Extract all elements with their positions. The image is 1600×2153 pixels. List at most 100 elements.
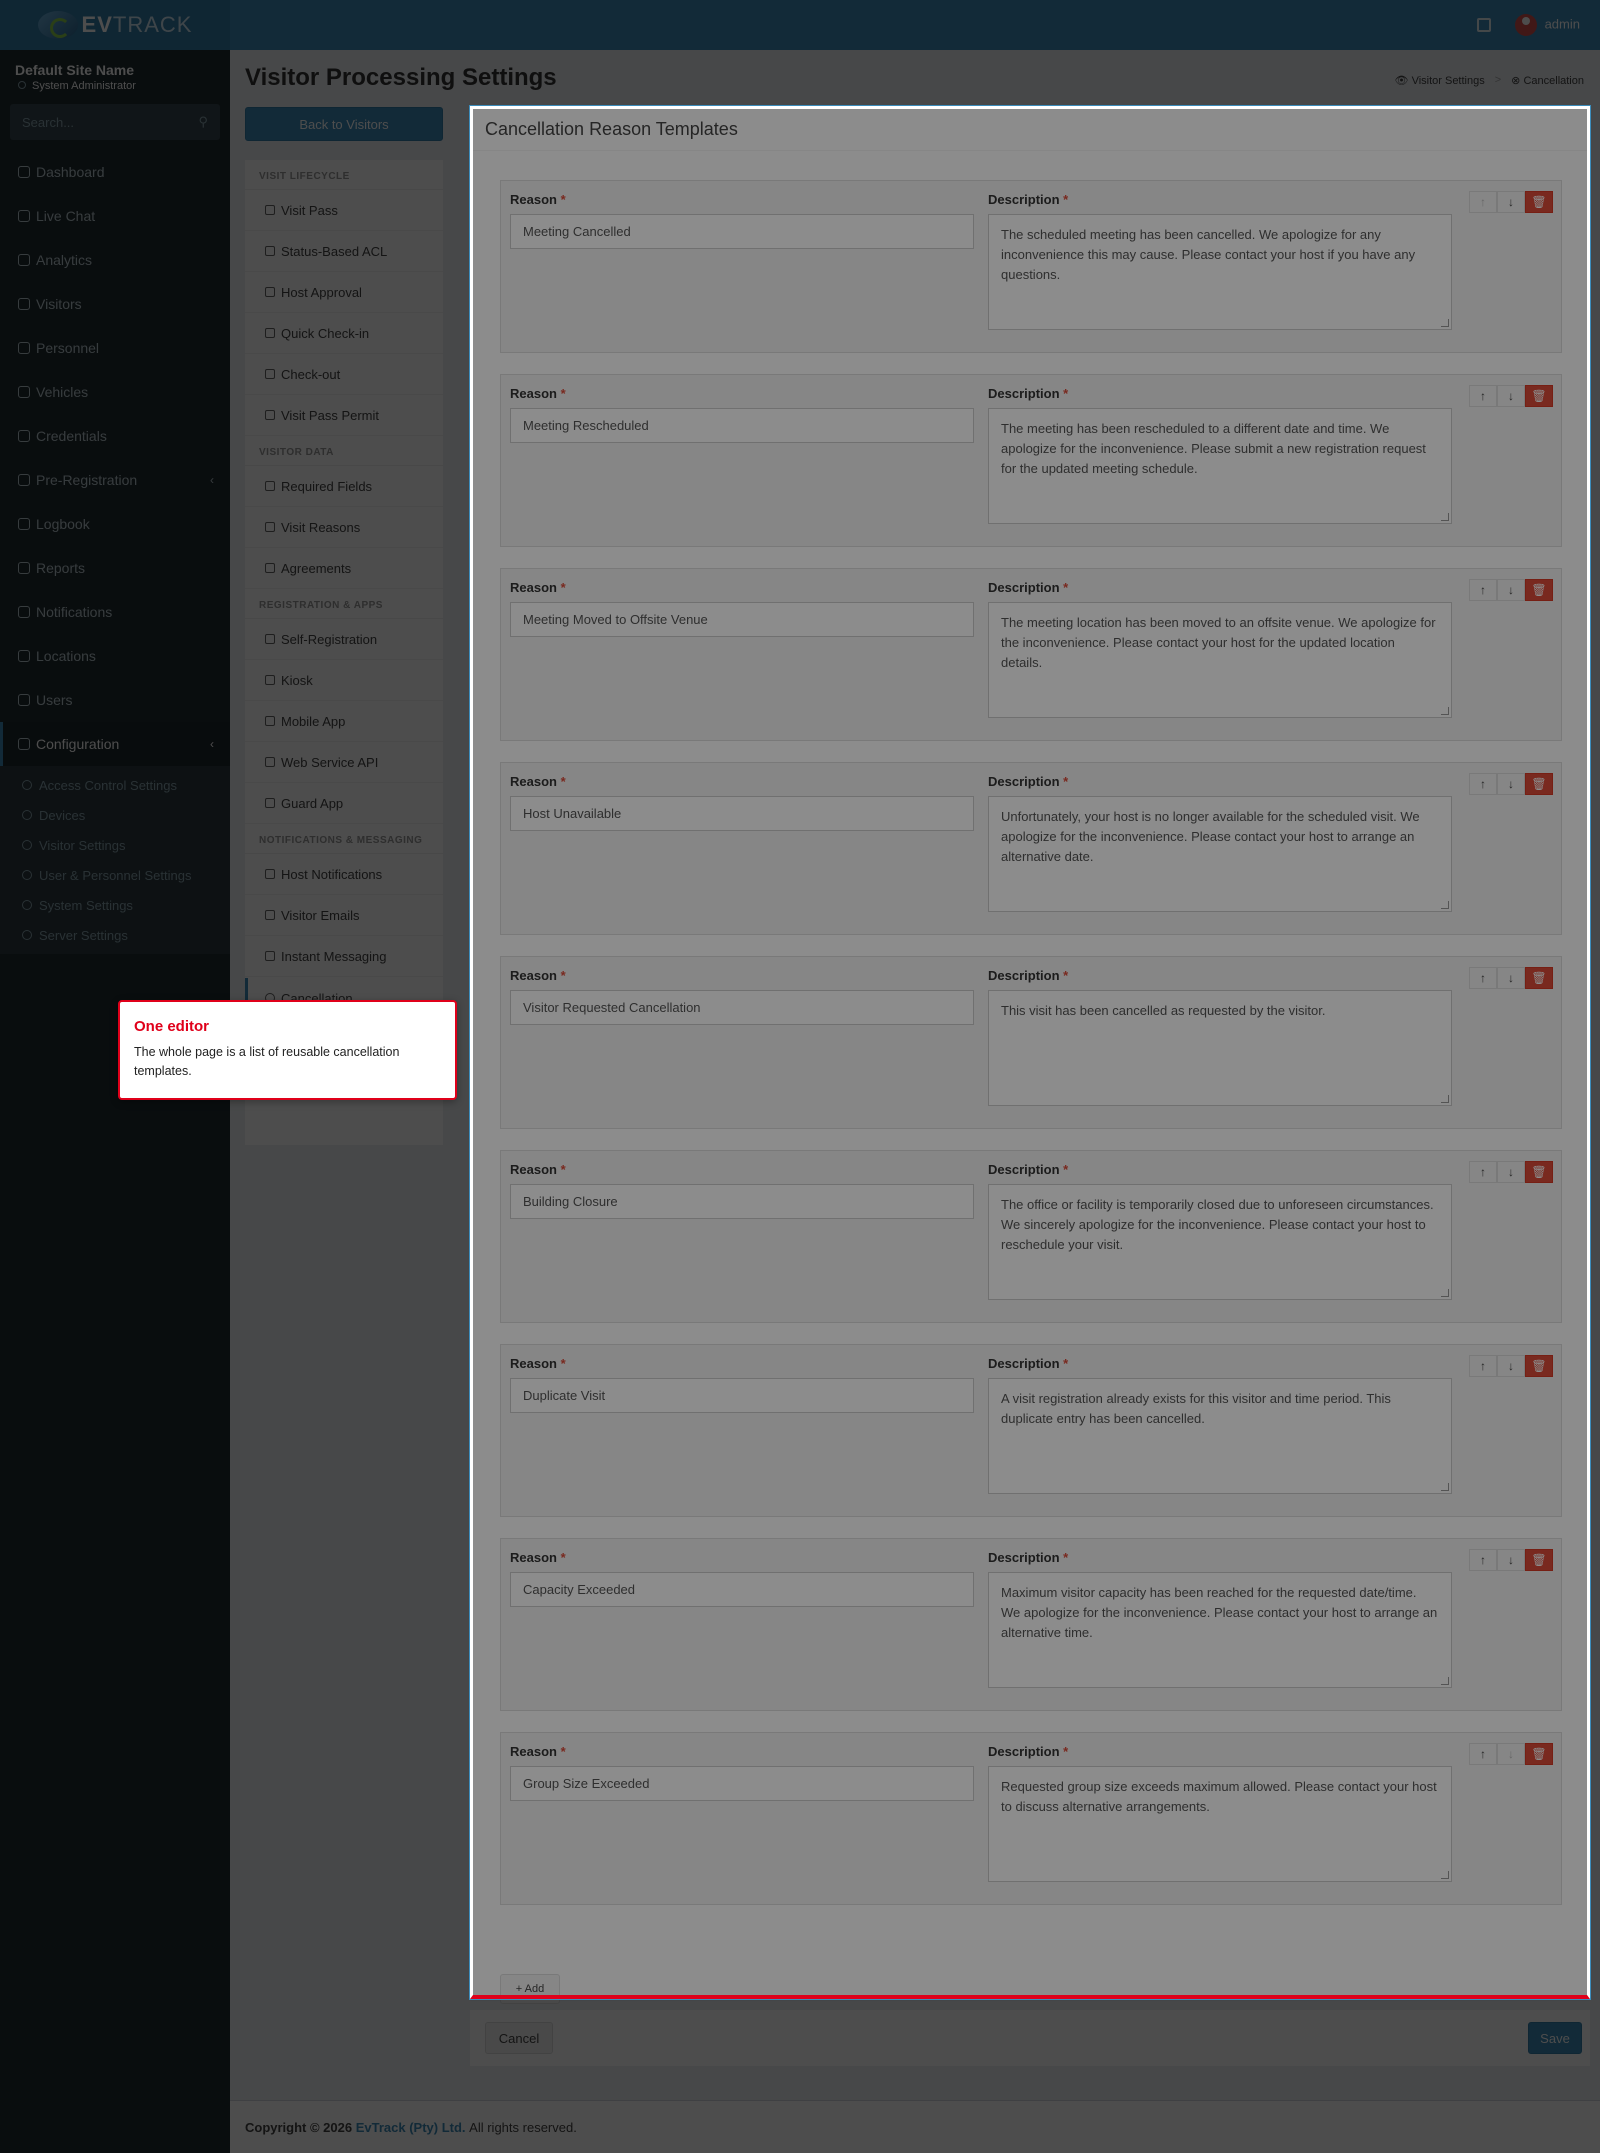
cancel-button[interactable]: Cancel — [485, 2022, 553, 2054]
logo[interactable]: EVTRACK — [0, 0, 230, 50]
search-icon[interactable]: ⚲ — [198, 114, 208, 130]
nav-section-visit-lifecycle: VISIT LIFECYCLE — [245, 164, 443, 190]
building-icon[interactable] — [1476, 18, 1491, 32]
search-input[interactable]: Search... — [22, 115, 74, 130]
nav-item-visit-pass-permit[interactable]: Visit Pass Permit — [245, 395, 443, 436]
tooltip-body: The whole page is a list of reusable can… — [134, 1045, 400, 1078]
sidebar-item-vehicles[interactable]: Vehicles — [0, 370, 230, 414]
nav-item-host-approval[interactable]: Host Approval — [245, 272, 443, 313]
id-card-icon — [18, 430, 30, 442]
guard-app-icon — [265, 798, 275, 808]
sidebar-sub-system-settings[interactable]: System Settings — [0, 890, 230, 920]
breadcrumb-visitor-settings[interactable]: 👁 Visitor Settings — [1395, 74, 1485, 87]
circle-icon — [22, 810, 32, 820]
sidebar-sub-label: Access Control Settings — [39, 777, 178, 793]
sidebar-item-label: Logbook — [36, 516, 90, 532]
sidebar-item-label: Dashboard — [36, 164, 105, 180]
visit-reasons-icon — [265, 522, 275, 532]
nav-item-guard-app[interactable]: Guard App — [245, 783, 443, 824]
circle-icon — [22, 780, 32, 790]
nav-item-status-based-acl[interactable]: Status-Based ACL — [245, 231, 443, 272]
nav-item-agreements[interactable]: Agreements — [245, 548, 443, 589]
headset-icon — [18, 210, 30, 222]
sidebar-item-notifications[interactable]: Notifications — [0, 590, 230, 634]
sidebar-item-label: Analytics — [36, 252, 93, 268]
sidebar-item-personnel[interactable]: Personnel — [0, 326, 230, 370]
top-navbar: EVTRACK admin — [0, 0, 1600, 50]
nav-item-label: Quick Check-in — [281, 325, 370, 341]
nav-item-mobile-app[interactable]: Mobile App — [245, 701, 443, 742]
sidebar-item-reports[interactable]: Reports — [0, 546, 230, 590]
sidebar-sub-visitor-settings[interactable]: Visitor Settings — [0, 830, 230, 860]
form-actions: Cancel Save — [470, 2010, 1590, 2066]
page-title: Visitor Processing Settings — [245, 64, 557, 91]
nav-item-label: Visit Pass Permit — [281, 407, 380, 423]
user-role: System Administrator — [32, 80, 136, 92]
share-icon — [18, 474, 30, 486]
tooltip-title: One editor — [134, 1018, 210, 1035]
sidebar-item-pre-registration[interactable]: Pre-Registration ‹ — [0, 458, 230, 502]
back-to-visitors-button[interactable]: Back to Visitors — [245, 107, 443, 141]
sidebar-sub-label: Devices — [39, 807, 86, 823]
nav-item-label: Agreements — [281, 560, 352, 576]
sidebar-item-live-chat[interactable]: Live Chat — [0, 194, 230, 238]
sidebar-item-users[interactable]: Users — [0, 678, 230, 722]
nav-item-web-service-api[interactable]: Web Service API — [245, 742, 443, 783]
nav-item-visit-reasons[interactable]: Visit Reasons — [245, 507, 443, 548]
nav-section-notifications: NOTIFICATIONS & MESSAGING — [245, 828, 443, 854]
host-notifications-icon — [265, 869, 275, 879]
sidebar-sub-access-control-settings[interactable]: Access Control Settings — [0, 770, 230, 800]
nav-item-check-out[interactable]: Check-out — [245, 354, 443, 395]
sidebar-sub-devices[interactable]: Devices — [0, 800, 230, 830]
sidebar-item-label: Live Chat — [36, 208, 96, 224]
logo-mark-icon — [37, 11, 78, 39]
nav-item-label: Visitor Emails — [281, 907, 360, 923]
nav-item-label: Kiosk — [281, 672, 313, 688]
sidebar: Default Site Name System Administrator S… — [0, 50, 230, 2153]
visit-pass-permit-icon — [265, 410, 275, 420]
user-menu[interactable]: admin — [1514, 14, 1580, 36]
sidebar-search[interactable]: Search... ⚲ — [10, 104, 220, 140]
car-icon — [18, 386, 30, 398]
sidebar-item-label: Notifications — [36, 604, 113, 620]
sidebar-sub-server-settings[interactable]: Server Settings — [0, 920, 230, 950]
eye-icon — [18, 298, 30, 310]
nav-item-quick-check-in[interactable]: Quick Check-in — [245, 313, 443, 354]
dashboard-icon — [18, 166, 30, 178]
analytics-icon — [18, 254, 30, 266]
sidebar-item-visitors[interactable]: Visitors — [0, 282, 230, 326]
sidebar-item-label: Users — [36, 692, 73, 708]
sidebar-item-analytics[interactable]: Analytics — [0, 238, 230, 282]
sidebar-sub-user-personnel-settings[interactable]: User & Personnel Settings — [0, 860, 230, 890]
breadcrumb: 👁 Visitor Settings > ⊗ Cancellation — [1394, 74, 1584, 87]
nav-item-label: Check-out — [281, 366, 341, 382]
sidebar-item-logbook[interactable]: Logbook — [0, 502, 230, 546]
chart-icon — [18, 562, 30, 574]
sidebar-sub-label: System Settings — [39, 897, 133, 913]
nav-item-required-fields[interactable]: Required Fields — [245, 466, 443, 507]
avatar — [1514, 14, 1537, 36]
nav-item-host-notifications[interactable]: Host Notifications — [245, 854, 443, 895]
nav-item-instant-messaging[interactable]: Instant Messaging — [245, 936, 443, 977]
sidebar-item-locations[interactable]: Locations — [0, 634, 230, 678]
nav-item-label: Guard App — [281, 795, 344, 811]
host-approval-icon — [265, 287, 275, 297]
sidebar-item-label: Locations — [36, 648, 96, 664]
status-based-acl-icon — [265, 246, 275, 256]
footer: Copyright © 2026 EvTrack (Pty) Ltd. All … — [230, 2100, 1600, 2153]
nav-item-visit-pass[interactable]: Visit Pass — [245, 190, 443, 231]
company-link[interactable]: EvTrack (Pty) Ltd. — [356, 2120, 466, 2135]
save-button[interactable]: Save — [1528, 2022, 1582, 2054]
nav-item-label: Visit Reasons — [281, 519, 361, 535]
nav-item-kiosk[interactable]: Kiosk — [245, 660, 443, 701]
sidebar-item-dashboard[interactable]: Dashboard — [0, 150, 230, 194]
nav-item-label: Web Service API — [281, 754, 379, 770]
visit-pass-icon — [265, 205, 275, 215]
gear-icon — [18, 738, 30, 750]
agreements-icon — [265, 563, 275, 573]
sidebar-item-credentials[interactable]: Credentials — [0, 414, 230, 458]
nav-item-visitor-emails[interactable]: Visitor Emails — [245, 895, 443, 936]
sidebar-item-configuration[interactable]: Configuration ‹ — [0, 722, 230, 766]
nav-item-self-registration[interactable]: Self-Registration — [245, 619, 443, 660]
circle-icon — [22, 840, 32, 850]
